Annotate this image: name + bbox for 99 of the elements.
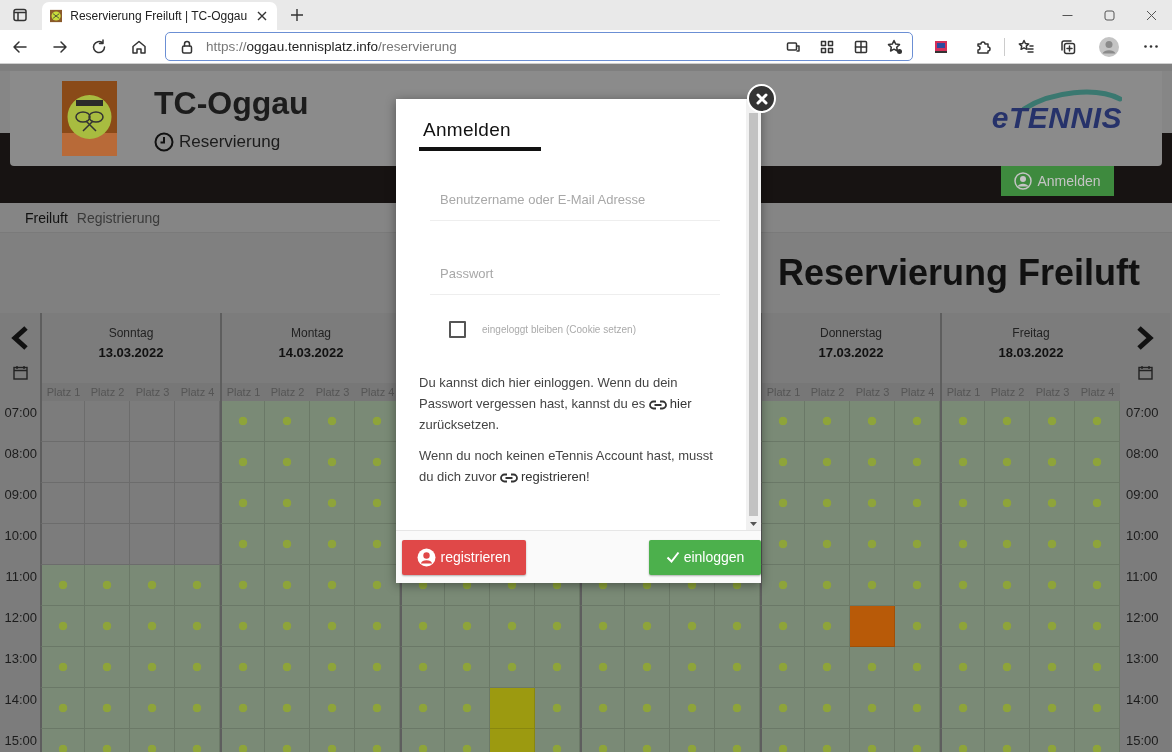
chevron-left-icon	[10, 325, 30, 351]
scroll-down-arrow-icon	[750, 522, 757, 527]
star-list-icon	[1017, 38, 1034, 55]
time-label: 15:00	[1125, 732, 1160, 750]
closed-slot	[40, 483, 85, 524]
puzzle-icon	[975, 38, 992, 55]
time-label: 14:00	[3, 691, 38, 709]
page-heading: Reservierung Freiluft	[777, 252, 1140, 294]
closed-slot	[175, 524, 220, 565]
closed-slot	[130, 524, 175, 565]
dialog-title: Anmelden	[423, 119, 512, 141]
user-circle-icon	[417, 547, 437, 567]
home-icon	[131, 38, 148, 55]
time-label: 13:00	[1125, 650, 1160, 668]
closed-slot	[40, 524, 85, 565]
date-label: 17.03.2022	[818, 345, 884, 360]
picture-icon	[933, 38, 950, 55]
booked-slot[interactable]	[490, 688, 535, 729]
browser-tab[interactable]: Reservierung Freiluft | TC-Oggau	[42, 2, 277, 30]
weekday-label: Freitag	[1012, 326, 1050, 340]
time-label: 07:00	[3, 404, 38, 422]
weekday-label: Montag	[291, 326, 331, 340]
apps-icon	[853, 39, 868, 54]
page-subtitle: Reservierung	[179, 132, 281, 152]
closed-slot	[175, 442, 220, 483]
club-title: TC-Oggau	[154, 85, 309, 122]
lock-icon	[180, 39, 195, 54]
clock-icon	[154, 132, 174, 152]
check-icon	[665, 551, 680, 564]
screen-icon	[785, 39, 800, 54]
time-label: 08:00	[1125, 445, 1160, 463]
free-slot[interactable]	[760, 401, 805, 442]
chevron-right-icon	[1135, 325, 1155, 351]
link-icon	[648, 400, 667, 410]
brand-logo-text: eTENNIS	[991, 100, 1122, 135]
time-label: 11:00	[1125, 568, 1159, 586]
next-week-button[interactable]	[1135, 325, 1155, 351]
star-plus-icon	[886, 38, 903, 55]
register-hint-text: Wenn du noch keinen eTennis Account hast, musst du dich zuvor registrieren!	[419, 447, 714, 486]
tennis-ball-favicon-icon	[50, 8, 63, 24]
closed-slot	[175, 401, 220, 442]
user-circle-icon	[1014, 172, 1033, 190]
closed-slot	[85, 524, 130, 565]
forward-arrow-icon	[51, 38, 68, 55]
plus-icon	[290, 8, 304, 22]
calendar-icon	[12, 365, 28, 380]
time-label: 13:00	[3, 650, 38, 668]
time-label: 12:00	[3, 609, 38, 627]
closed-slot	[40, 401, 85, 442]
reset-hint-text: Du kannst dich hier einloggen. Wenn du dein Passwort vergessen hast, kannst du es hier zurücksetzen.	[419, 374, 693, 434]
reset-password-link[interactable]: hier	[648, 396, 692, 411]
free-slot[interactable]	[760, 442, 805, 483]
time-label: 11:00	[4, 568, 38, 586]
register-link[interactable]: registrieren	[499, 469, 586, 484]
remember-label: eingeloggt bleiben (Cookie setzen)	[482, 324, 636, 335]
more-icon	[1144, 45, 1159, 48]
close-icon	[1145, 9, 1157, 21]
free-slot[interactable]	[760, 524, 805, 565]
avatar-icon	[1098, 35, 1121, 58]
refresh-icon	[91, 38, 108, 55]
booked-slot[interactable]	[490, 729, 535, 752]
closed-slot	[175, 483, 220, 524]
time-label: 14:00	[1125, 691, 1160, 709]
time-label: 09:00	[3, 486, 38, 504]
close-icon	[257, 11, 268, 21]
close-icon	[755, 92, 768, 105]
date-picker-button[interactable]	[1137, 365, 1153, 380]
sidebar-icon	[12, 7, 28, 23]
weekday-label: Donnerstag	[819, 326, 882, 340]
date-label: 18.03.2022	[998, 345, 1064, 360]
calendar-icon	[1137, 365, 1153, 380]
time-label: 10:00	[1125, 527, 1160, 545]
time-label: 07:00	[1125, 404, 1160, 422]
date-picker-button[interactable]	[12, 365, 28, 380]
grid-icon	[819, 39, 834, 54]
nav-tab[interactable]: Freiluft	[25, 209, 68, 226]
free-slot[interactable]	[760, 483, 805, 524]
register-button[interactable]: registrieren	[402, 539, 526, 575]
time-label: 08:00	[3, 445, 38, 463]
collections-icon	[1059, 38, 1076, 55]
login-submit-button[interactable]: einloggen	[649, 539, 761, 575]
nav-tab[interactable]: Registrierung	[76, 209, 161, 226]
scrollbar[interactable]	[746, 99, 761, 531]
time-label: 09:00	[1125, 486, 1160, 504]
previous-week-button[interactable]	[10, 325, 30, 351]
time-label: 10:00	[3, 527, 38, 545]
time-label: 12:00	[1125, 609, 1160, 627]
time-label: 15:00	[3, 732, 38, 750]
back-arrow-icon	[11, 38, 28, 55]
date-label: 13.03.2022	[98, 345, 164, 360]
address-bar[interactable]: https://oggau.tennisplatz.info/reservierung	[165, 32, 913, 61]
closed-slot	[40, 442, 85, 483]
remember-checkbox[interactable]	[449, 321, 466, 338]
link-icon	[499, 473, 518, 483]
booked-slot[interactable]	[850, 606, 895, 647]
restore-icon	[1103, 9, 1115, 21]
weekday-label: Sonntag	[108, 326, 154, 340]
date-label: 14.03.2022	[278, 345, 344, 360]
free-slot[interactable]	[355, 565, 400, 606]
